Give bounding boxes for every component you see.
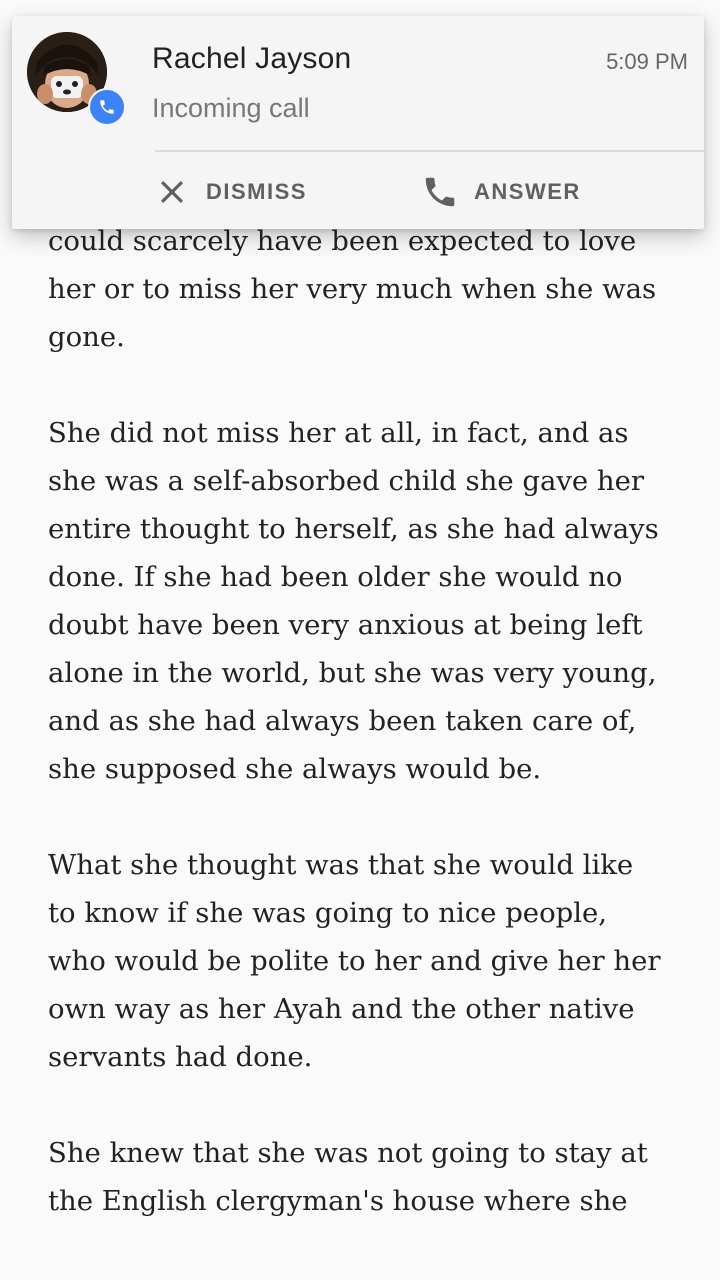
close-icon xyxy=(152,172,192,212)
call-status: Incoming call xyxy=(152,93,310,123)
paragraph: could scarcely have been expected to lov… xyxy=(48,225,657,353)
phone-icon xyxy=(420,172,460,212)
paragraph: She knew that she was not going to stay … xyxy=(48,1137,648,1217)
divider xyxy=(155,150,704,152)
caller-name: Rachel Jayson xyxy=(152,42,352,75)
paragraph: What she thought was that she would like… xyxy=(48,849,661,1073)
notification-time: 5:09 PM xyxy=(606,49,688,74)
incoming-call-notification[interactable]: Rachel Jayson Incoming call 5:09 PM DISM… xyxy=(12,16,704,229)
screen: could scarcely have been expected to lov… xyxy=(0,0,720,1280)
paragraph: She did not miss her at all, in fact, an… xyxy=(48,417,659,785)
dismiss-label: DISMISS xyxy=(206,179,307,204)
dismiss-button[interactable]: DISMISS xyxy=(152,170,307,214)
answer-button[interactable]: ANSWER xyxy=(420,170,581,214)
phone-badge-icon xyxy=(88,88,126,126)
book-text[interactable]: could scarcely have been expected to lov… xyxy=(48,217,688,1273)
answer-label: ANSWER xyxy=(474,179,581,204)
